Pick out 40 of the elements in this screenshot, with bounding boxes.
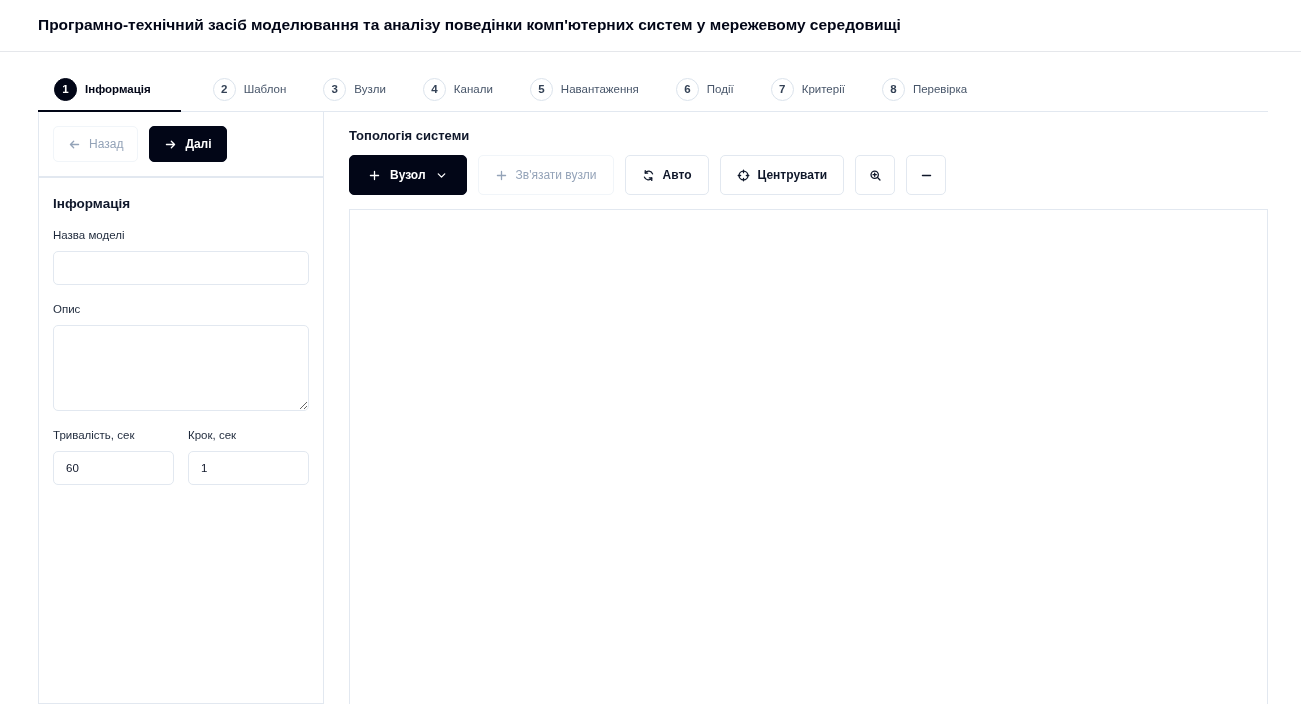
step-label: Шаблон	[243, 83, 287, 95]
section-title: Топологія системи	[349, 128, 471, 143]
step-tab[interactable]: 6 Події	[659, 68, 749, 112]
step-number: 1	[54, 77, 77, 101]
zoom-in-button[interactable]	[855, 155, 896, 195]
step-label: Інформація	[85, 83, 151, 95]
crosshair-icon	[736, 168, 750, 182]
step-label: Події	[706, 83, 734, 95]
field-label: Крок, сек	[188, 429, 238, 441]
step-label: Вузли	[354, 83, 386, 95]
zoom-out-button[interactable]	[906, 155, 947, 195]
page-title: Програмно-технічний засіб моделювання та аналізу поведінки комп'ютерних систем у мережевому середовищі	[38, 16, 902, 34]
section-title: Інформація	[53, 196, 132, 211]
field-label: Опис	[53, 303, 82, 315]
step-label: Перевірка	[912, 83, 968, 95]
input-field[interactable]	[53, 251, 309, 285]
center-button[interactable]: Центрувати	[719, 155, 845, 195]
add-node-button[interactable]: Вузол	[349, 155, 467, 195]
step-tab[interactable]: 3 Вузли	[307, 68, 401, 112]
step-tab[interactable]: 4 Канали	[406, 68, 508, 112]
step-label: Навантаження	[560, 83, 639, 95]
input-field[interactable]: 60	[53, 451, 174, 485]
step-label: Канали	[453, 83, 493, 95]
step-tab[interactable]: 8 Перевірка	[865, 68, 983, 112]
topology-canvas[interactable]	[349, 209, 1268, 704]
step-tab[interactable]: 5 Навантаження	[513, 68, 654, 112]
next-button[interactable]: Далі	[149, 126, 227, 162]
step-tab[interactable]: 2 Шаблон	[196, 68, 302, 112]
step-tab[interactable]: 7 Критерії	[754, 68, 860, 112]
field-label: Назва моделі	[53, 229, 126, 241]
step-label: Критерії	[801, 83, 845, 95]
description-field[interactable]	[53, 325, 309, 411]
auto-layout-button[interactable]: Авто	[624, 155, 709, 195]
input-field[interactable]: 1	[188, 451, 309, 485]
step-tab[interactable]: 1 Інформація	[38, 68, 181, 112]
field-label: Тривалість, сек	[53, 429, 136, 441]
plus-icon	[494, 168, 508, 182]
plus-icon	[368, 168, 381, 182]
zoom-in-icon	[868, 168, 882, 182]
refresh-icon	[641, 168, 655, 182]
